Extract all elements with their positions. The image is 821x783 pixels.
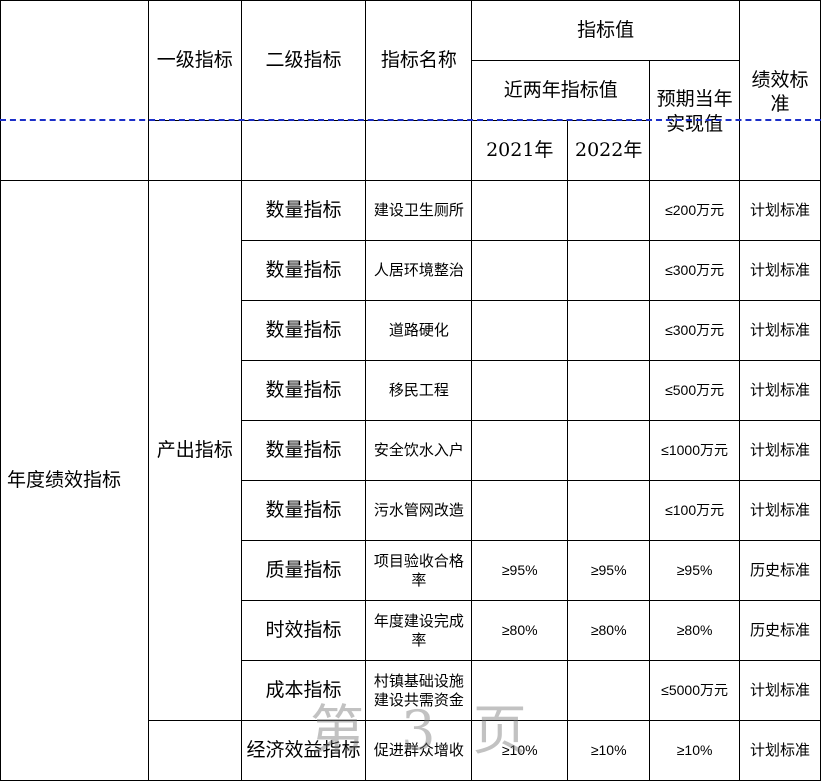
- expected-value-cell: ≥10%: [649, 720, 741, 781]
- indicator-name-cell: 污水管网改造: [365, 480, 473, 541]
- value-2021-cell: [471, 300, 569, 361]
- standard-cell: 历史标准: [739, 600, 821, 661]
- standard-cell: 计划标准: [739, 720, 821, 781]
- standard-cell: 计划标准: [739, 420, 821, 481]
- indicator-name-cell: 促进群众增收: [365, 720, 473, 781]
- indicator-name-cell: 移民工程: [365, 360, 473, 421]
- header-recent-two-years: 近两年指标值: [471, 60, 651, 121]
- header-blank-level1: [147, 120, 242, 181]
- expected-value-cell: ≤200万元: [649, 180, 741, 241]
- value-2021-cell: [471, 660, 569, 721]
- output-indicator-label: 产出指标: [147, 180, 242, 721]
- level2-cell: 成本指标: [240, 660, 367, 721]
- expected-value-cell: ≤100万元: [649, 480, 741, 541]
- expected-value-cell: ≤5000万元: [649, 660, 741, 721]
- value-2022-cell: [567, 420, 651, 481]
- expected-value-cell: ≤1000万元: [649, 420, 741, 481]
- level2-cell: 数量指标: [240, 480, 367, 541]
- standard-cell: 计划标准: [739, 480, 821, 541]
- expected-value-cell: ≤500万元: [649, 360, 741, 421]
- annual-indicator-label: 年度绩效指标: [0, 180, 149, 781]
- header-year-2022: 2022年: [567, 120, 651, 181]
- value-2022-cell: ≥80%: [567, 600, 651, 661]
- value-2022-cell: [567, 180, 651, 241]
- indicator-sheet: 一级指标 二级指标 指标名称 指标值 绩效标准 近两年指标值 预期当年实现值 2…: [0, 0, 821, 783]
- level2-cell: 数量指标: [240, 360, 367, 421]
- header-year-2021: 2021年: [471, 120, 569, 181]
- indicator-name-cell: 人居环境整治: [365, 240, 473, 301]
- indicator-name-cell: 村镇基础设施建设共需资金: [365, 660, 473, 721]
- table-row: 年度绩效指标 产出指标 数量指标 建设卫生厕所 ≤200万元 计划标准: [0, 180, 821, 781]
- level2-cell: 数量指标: [240, 420, 367, 481]
- value-2022-cell: [567, 480, 651, 541]
- value-2022-cell: [567, 300, 651, 361]
- header-blank-name: [365, 120, 473, 181]
- header-blank-cell: [0, 0, 149, 181]
- value-2022-cell: ≥10%: [567, 720, 651, 781]
- expected-value-cell: ≥80%: [649, 600, 741, 661]
- value-2022-cell: [567, 360, 651, 421]
- standard-cell: 计划标准: [739, 660, 821, 721]
- header-level1: 一级指标: [147, 0, 242, 121]
- value-2021-cell: [471, 240, 569, 301]
- expected-value-cell: ≤300万元: [649, 300, 741, 361]
- expected-value-cell: ≤300万元: [649, 240, 741, 301]
- value-2022-cell: [567, 660, 651, 721]
- indicator-name-cell: 项目验收合格率: [365, 540, 473, 601]
- level2-cell: 数量指标: [240, 300, 367, 361]
- standard-cell: 计划标准: [739, 360, 821, 421]
- level2-cell: 时效指标: [240, 600, 367, 661]
- standard-cell: 计划标准: [739, 180, 821, 241]
- header-indicator-name: 指标名称: [365, 0, 473, 121]
- expected-value-cell: ≥95%: [649, 540, 741, 601]
- value-2021-cell: [471, 480, 569, 541]
- level2-cell: 经济效益指标: [240, 720, 367, 781]
- level2-cell: 质量指标: [240, 540, 367, 601]
- header-indicator-value: 指标值: [471, 0, 741, 61]
- output-blank-cell: [147, 720, 242, 781]
- standard-cell: 历史标准: [739, 540, 821, 601]
- value-2022-cell: [567, 240, 651, 301]
- value-2021-cell: [471, 180, 569, 241]
- performance-indicator-table: 一级指标 二级指标 指标名称 指标值 绩效标准 近两年指标值 预期当年实现值 2…: [0, 0, 821, 781]
- header-blank-level2: [240, 120, 367, 181]
- standard-cell: 计划标准: [739, 240, 821, 301]
- standard-cell: 计划标准: [739, 300, 821, 361]
- value-2021-cell: [471, 420, 569, 481]
- value-2021-cell: [471, 360, 569, 421]
- value-2021-cell: ≥80%: [471, 600, 569, 661]
- level2-cell: 数量指标: [240, 180, 367, 241]
- indicator-name-cell: 建设卫生厕所: [365, 180, 473, 241]
- value-2021-cell: ≥95%: [471, 540, 569, 601]
- header-row-1: 一级指标 二级指标 指标名称 指标值 绩效标准: [0, 0, 821, 181]
- level2-cell: 数量指标: [240, 240, 367, 301]
- indicator-name-cell: 道路硬化: [365, 300, 473, 361]
- header-level2: 二级指标: [240, 0, 367, 121]
- header-standard: 绩效标准: [739, 0, 821, 181]
- value-2022-cell: ≥95%: [567, 540, 651, 601]
- indicator-name-cell: 年度建设完成率: [365, 600, 473, 661]
- value-2021-cell: ≥10%: [471, 720, 569, 781]
- page-break-line: [0, 119, 821, 121]
- indicator-name-cell: 安全饮水入户: [365, 420, 473, 481]
